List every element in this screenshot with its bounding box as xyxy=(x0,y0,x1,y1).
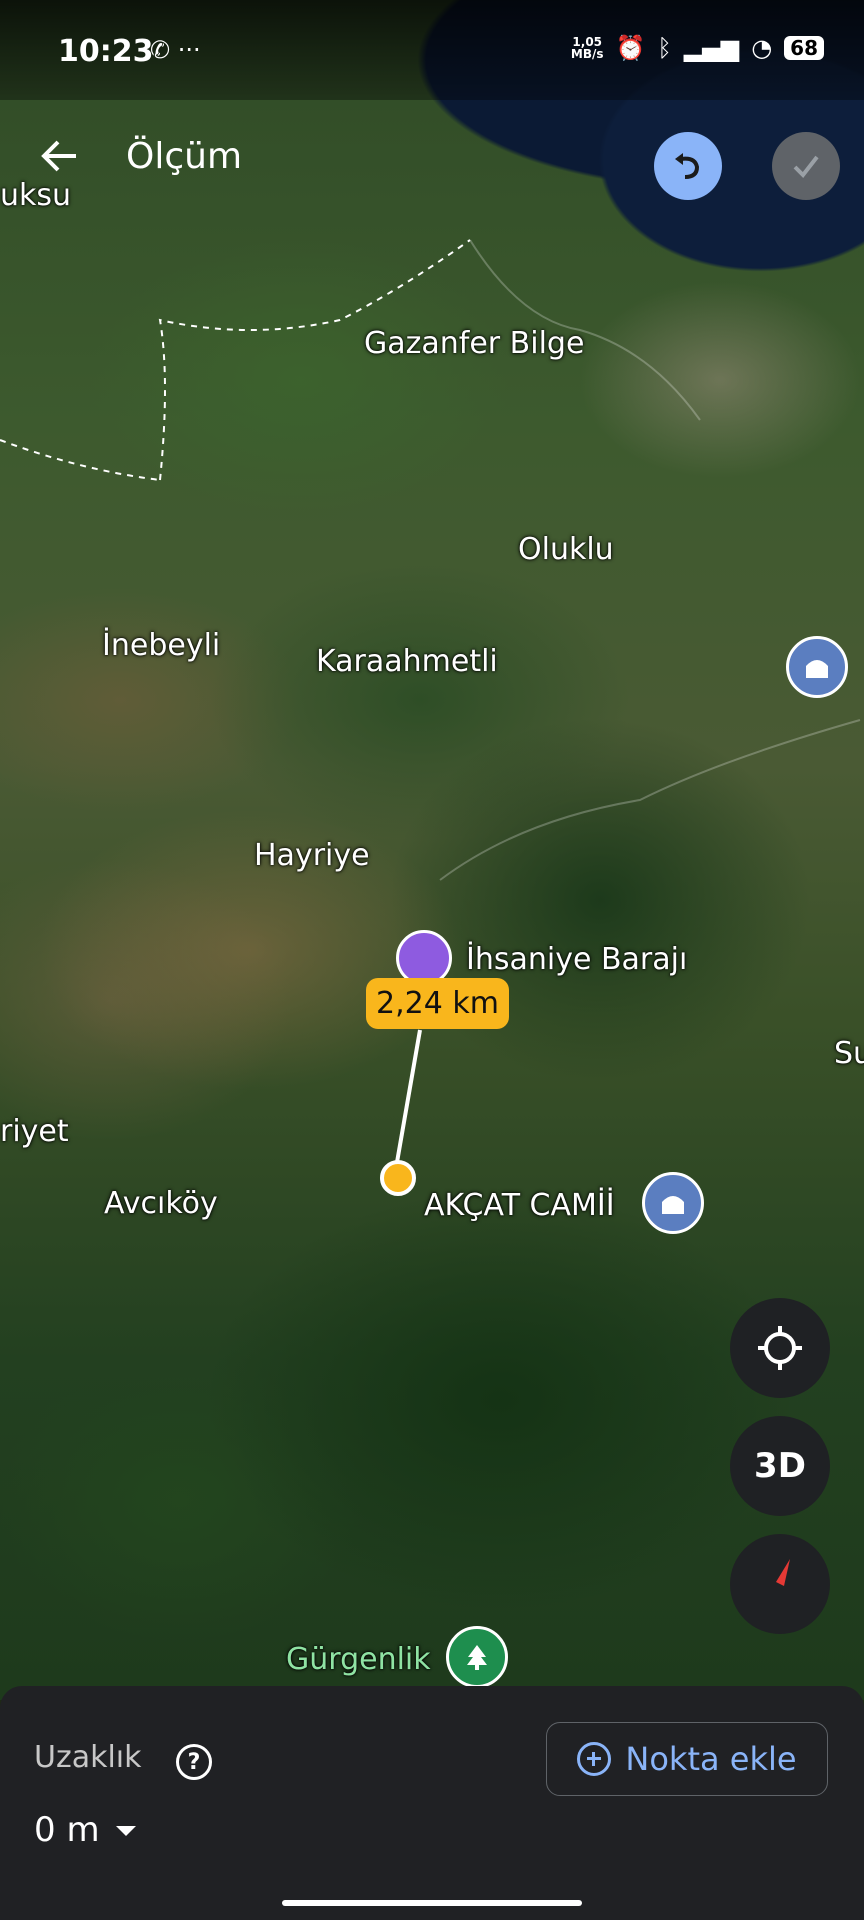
home-indicator[interactable] xyxy=(282,1900,582,1906)
distance-label: Uzaklık xyxy=(34,1740,142,1775)
signal-icon: ▂▄▆ xyxy=(683,34,740,62)
place-label: Su xyxy=(834,1036,864,1071)
measure-toolbar: Ölçüm xyxy=(0,110,864,210)
mosque-icon[interactable] xyxy=(642,1172,704,1234)
bluetooth-icon: ᛒ xyxy=(657,34,672,62)
place-label: Avcıköy xyxy=(104,1186,218,1221)
my-location-button[interactable] xyxy=(730,1298,830,1398)
place-label: Karaahmetli xyxy=(316,644,498,679)
distance-badge: 2,24 km xyxy=(366,978,509,1029)
measure-sheet: Uzaklık ? 0 m Nokta ekle xyxy=(0,1686,864,1920)
measure-line xyxy=(394,1029,422,1169)
plus-icon xyxy=(577,1742,612,1776)
wifi-icon: ◔ xyxy=(751,34,773,62)
undo-button[interactable] xyxy=(654,132,722,200)
back-button[interactable] xyxy=(38,134,82,178)
status-right: 1,05 MB/s ⏰ ᛒ ▂▄▆ ◔ 68 xyxy=(571,34,824,62)
place-label: İhsaniye Barajı xyxy=(466,942,688,977)
measure-start-point[interactable] xyxy=(380,1160,416,1196)
compass-button[interactable] xyxy=(730,1534,830,1634)
arrow-left-icon xyxy=(41,140,76,172)
3d-button[interactable]: 3D xyxy=(730,1416,830,1516)
place-label: Gürgenlik xyxy=(286,1642,431,1677)
add-point-label: Nokta ekle xyxy=(625,1740,797,1778)
place-label: riyet xyxy=(0,1114,69,1149)
undo-icon xyxy=(675,153,700,179)
alarm-icon: ⏰ xyxy=(615,34,646,62)
confirm-button[interactable] xyxy=(772,132,840,200)
place-label: İnebeyli xyxy=(102,628,221,663)
check-icon xyxy=(793,155,819,179)
place-label: Gazanfer Bilge xyxy=(364,326,585,361)
add-point-button[interactable]: Nokta ekle xyxy=(546,1722,828,1796)
network-speed: 1,05 MB/s xyxy=(571,36,604,60)
network-speed-unit: MB/s xyxy=(570,47,604,61)
crosshair-icon xyxy=(758,1326,802,1370)
place-label: Oluklu xyxy=(518,532,614,567)
distance-value[interactable]: 0 m xyxy=(34,1810,100,1850)
help-icon[interactable]: ? xyxy=(176,1744,212,1780)
compass-icon xyxy=(770,1559,790,1609)
battery-level: 68 xyxy=(784,36,824,60)
place-label: AKÇAT CAMİİ xyxy=(424,1188,615,1223)
mosque-icon[interactable] xyxy=(786,636,848,698)
place-label: Hayriye xyxy=(254,838,370,873)
notification-icons: ✆ ··· xyxy=(150,36,201,64)
status-time: 10:23 xyxy=(58,34,154,69)
chevron-down-icon[interactable] xyxy=(116,1826,136,1836)
satellite-map[interactable]: uksu Gazanfer Bilge Oluklu İnebeyli Kara… xyxy=(0,0,864,1700)
status-bar: 10:23 ✆ ··· 1,05 MB/s ⏰ ᛒ ▂▄▆ ◔ 68 xyxy=(0,0,864,100)
page-title: Ölçüm xyxy=(126,136,243,177)
park-icon[interactable] xyxy=(446,1626,508,1688)
